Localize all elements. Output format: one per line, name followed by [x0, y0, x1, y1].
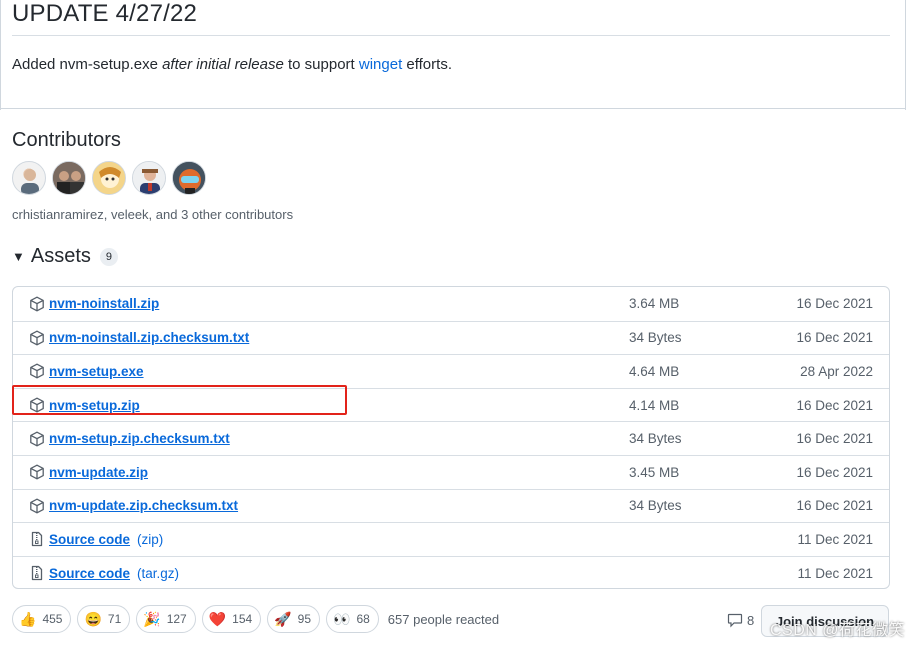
asset-size: 4.64 MB — [629, 363, 680, 379]
asset-link[interactable]: nvm-setup.exe — [49, 364, 144, 379]
release-card-right-border — [905, 0, 906, 110]
contributors-heading: Contributors — [12, 129, 121, 151]
reaction-button[interactable]: 🎉 127 — [136, 605, 196, 633]
update-heading: UPDATE 4/27/22 — [12, 0, 198, 27]
asset-date: 16 Dec 2021 — [796, 296, 873, 312]
asset-size: 34 Bytes — [629, 498, 682, 514]
asset-link[interactable]: Source code — [49, 532, 130, 547]
helmet-avatar-icon — [173, 162, 205, 194]
reaction-button[interactable]: 👍 455 — [12, 605, 72, 633]
reaction-button[interactable]: 😄 71 — [77, 605, 131, 633]
file-zip-icon — [31, 565, 43, 581]
contributor-avatar[interactable] — [172, 161, 206, 195]
asset-row: nvm-update.zip 3.45 MB 16 Dec 2021 — [13, 454, 889, 489]
source-format-label[interactable]: (zip) — [137, 532, 163, 547]
contributor-avatar[interactable] — [52, 161, 86, 195]
assets-count-badge: 9 — [99, 247, 119, 266]
asset-row: nvm-update.zip.checksum.txt 34 Bytes 16 De… — [13, 488, 889, 523]
cartoon-avatar-icon — [93, 162, 125, 194]
laugh-icon: 😄 — [84, 611, 102, 627]
person-icon — [21, 169, 39, 194]
package-icon — [30, 397, 44, 413]
join-discussion-button[interactable]: Join discussion — [761, 605, 889, 637]
section-divider — [0, 108, 906, 109]
file-zip-icon — [31, 532, 43, 547]
asset-row: nvm-setup.zip.checksum.txt 34 Bytes 16 Dec… — [13, 421, 889, 455]
winget-link[interactable]: winget — [359, 56, 402, 73]
asset-row: Source code (zip) 11 Dec 2021 — [13, 522, 889, 556]
asset-date: 16 Dec 2021 — [796, 397, 873, 413]
package-icon — [30, 498, 44, 514]
reactions-bar: 👍 455 😄 71 🎉 127 ❤️ 154 🚀 95 👀 68 657 people reacted — [12, 605, 499, 633]
asset-date: 16 Dec 2021 — [796, 498, 873, 514]
asset-row: nvm-noinstall.zip.checksum.txt 34 Bytes 16… — [13, 320, 889, 355]
asset-row: nvm-setup.zip 4.14 MB 16 Dec 2021 — [13, 387, 889, 422]
comment-count[interactable]: 8 — [727, 612, 754, 628]
asset-size: 3.64 MB — [629, 296, 680, 312]
asset-link[interactable]: nvm-update.zip.checksum.txt — [49, 498, 238, 513]
asset-size: 34 Bytes — [629, 431, 682, 447]
reaction-count: 455 — [42, 612, 63, 626]
asset-link[interactable]: Source code — [49, 566, 130, 581]
source-format-label[interactable]: (tar.gz) — [137, 566, 179, 581]
asset-row: nvm-noinstall.zip 3.64 MB 16 Dec 2021 — [13, 287, 889, 321]
contributor-avatar[interactable] — [132, 161, 166, 195]
reaction-count: 95 — [297, 612, 311, 626]
asset-link[interactable]: nvm-noinstall.zip — [49, 296, 159, 311]
asset-row: nvm-setup.exe 4.64 MB 28 Apr 2022 — [13, 354, 889, 388]
reaction-count: 154 — [232, 612, 253, 626]
asset-size: 4.14 MB — [629, 397, 680, 413]
package-icon — [30, 364, 44, 379]
heart-icon: ❤️ — [208, 611, 227, 627]
comment-icon — [727, 613, 743, 628]
asset-row: Source code (tar.gz) 11 Dec 2021 — [13, 555, 889, 588]
heading-divider — [12, 35, 890, 36]
asset-size: 3.45 MB — [629, 464, 680, 480]
package-icon — [30, 464, 44, 480]
contributors-summary: crhistianramirez, veleek, and 3 other co… — [12, 207, 294, 222]
release-card-left-border — [0, 0, 1, 110]
package-icon — [30, 330, 44, 346]
group-photo-icon — [53, 162, 85, 194]
asset-link[interactable]: nvm-noinstall.zip.checksum.txt — [49, 330, 249, 345]
asset-link[interactable]: nvm-update.zip — [49, 465, 148, 480]
caret-down-icon: ▼ — [12, 249, 25, 264]
thumbs-up-icon: 👍 — [19, 611, 37, 627]
assets-toggle[interactable]: ▼ Assets 9 — [12, 245, 119, 268]
person-icon — [133, 162, 165, 194]
reaction-count: 68 — [356, 612, 370, 626]
contributors-avatars — [12, 161, 206, 195]
update-description: Added nvm-setup.exe after initial releas… — [12, 56, 452, 73]
desc-text: efforts. — [402, 56, 452, 73]
assets-heading: Assets — [30, 245, 91, 267]
asset-date: 11 Dec 2021 — [797, 565, 873, 581]
asset-date: 28 Apr 2022 — [800, 363, 873, 379]
contributor-avatar[interactable] — [92, 161, 126, 195]
contributor-avatar[interactable] — [12, 161, 46, 195]
comment-count-number: 8 — [747, 612, 755, 628]
reaction-count: 127 — [166, 612, 187, 626]
eyes-icon: 👀 — [333, 611, 351, 627]
asset-link[interactable]: nvm-setup.zip — [49, 398, 140, 413]
asset-date: 11 Dec 2021 — [797, 531, 873, 547]
hooray-icon: 🎉 — [143, 611, 161, 627]
asset-link[interactable]: nvm-setup.zip.checksum.txt — [49, 431, 230, 446]
package-icon — [30, 296, 44, 312]
assets-list: nvm-noinstall.zip 3.64 MB 16 Dec 2021 nvm-n… — [12, 286, 890, 589]
reactions-summary: 657 people reacted — [387, 611, 500, 627]
reaction-count: 71 — [107, 612, 122, 626]
asset-date: 16 Dec 2021 — [796, 330, 873, 346]
asset-size: 34 Bytes — [629, 330, 682, 346]
rocket-icon: 🚀 — [274, 611, 292, 627]
desc-italic-text: after initial release — [162, 56, 284, 73]
asset-date: 16 Dec 2021 — [796, 431, 873, 447]
asset-date: 16 Dec 2021 — [796, 464, 873, 480]
reaction-button[interactable]: 👀 68 — [326, 605, 379, 633]
desc-text: Added nvm-setup.exe — [12, 56, 163, 73]
package-icon — [30, 431, 44, 447]
reaction-button[interactable]: 🚀 95 — [267, 605, 320, 633]
desc-text: to support — [283, 56, 359, 73]
reaction-button[interactable]: ❤️ 154 — [201, 605, 262, 633]
